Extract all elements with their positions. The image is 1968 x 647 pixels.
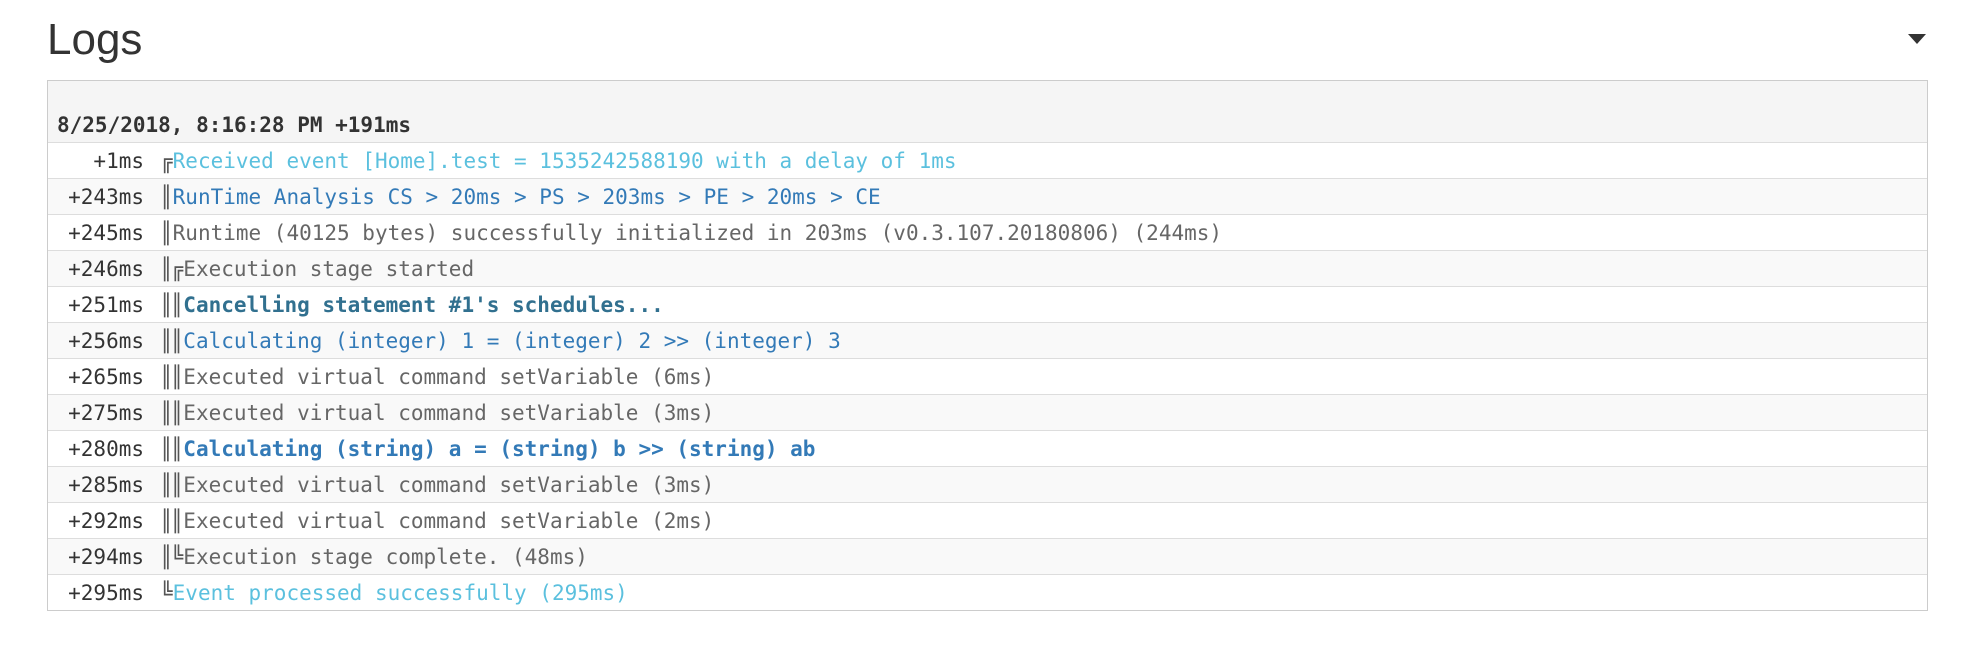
log-row-time: +265ms (68, 364, 144, 389)
log-row-message: Calculating (integer) 1 = (integer) 2 >>… (183, 328, 841, 353)
log-row: +256ms ║║ Calculating (integer) 1 = (integ… (48, 323, 1927, 359)
log-row-time: +1ms (93, 148, 144, 173)
log-row-time: +251ms (68, 292, 144, 317)
log-row-message: Runtime (40125 bytes) successfully initi… (172, 220, 1223, 245)
log-tree-indent: ║ (160, 220, 173, 245)
log-row-message: RunTime Analysis CS > 20ms > PS > 203ms … (172, 184, 881, 209)
log-row: +295ms ╚ Event processed successfully (295… (48, 575, 1927, 610)
log-row: +246ms ║╔ Execution stage started (48, 251, 1927, 287)
log-row-time: +275ms (68, 400, 144, 425)
log-row: +251ms ║║ Cancelling statement #1's schedu… (48, 287, 1927, 323)
log-timestamp: 8/25/2018, 8:16:28 PM +191ms (57, 113, 412, 137)
log-row-message: Executed virtual command setVariable (6m… (183, 364, 715, 389)
log-row-message: Execution stage started (183, 256, 475, 281)
log-row-message: Cancelling statement #1's schedules... (183, 292, 664, 317)
log-row-time: +245ms (68, 220, 144, 245)
log-tree-indent: ║║ (160, 292, 183, 317)
log-tree-indent: ║╔ (160, 256, 183, 281)
log-row-time: +295ms (68, 580, 144, 605)
logs-header: Logs (47, 0, 1928, 80)
log-row-message: Event processed successfully (295ms) (172, 580, 628, 605)
log-row-message: Calculating (string) a = (string) b >> (… (183, 436, 816, 461)
log-row: +275ms ║║ Executed virtual command setVari… (48, 395, 1927, 431)
log-list: 8/25/2018, 8:16:28 PM +191ms +1ms ╔ Receiv… (47, 80, 1928, 611)
log-row-time: +292ms (68, 508, 144, 533)
log-row-time: +256ms (68, 328, 144, 353)
log-tree-indent: ║ (160, 184, 173, 209)
log-row: +292ms ║║ Executed virtual command setVari… (48, 503, 1927, 539)
caret-down-icon[interactable] (1908, 34, 1926, 44)
log-row-message: Execution stage complete. (48ms) (183, 544, 588, 569)
log-row: +245ms ║ Runtime (40125 bytes) successfull… (48, 215, 1927, 251)
log-tree-indent: ║║ (160, 508, 183, 533)
log-row: +1ms ╔ Received event [Home].test = 153524… (48, 143, 1927, 179)
log-tree-indent: ╔ (160, 148, 173, 173)
log-row-time: +280ms (68, 436, 144, 461)
log-row-time: +246ms (68, 256, 144, 281)
log-row: +243ms ║ RunTime Analysis CS > 20ms > PS >… (48, 179, 1927, 215)
log-row: +285ms ║║ Executed virtual command setVari… (48, 467, 1927, 503)
log-tree-indent: ╚ (160, 580, 173, 605)
page-title: Logs (47, 15, 143, 64)
log-tree-indent: ║╚ (160, 544, 183, 569)
log-tree-indent: ║║ (160, 436, 183, 461)
log-tree-indent: ║║ (160, 328, 183, 353)
logs-panel: Logs 8/25/2018, 8:16:28 PM +191ms +1ms ╔ R… (47, 0, 1928, 611)
log-row: +280ms ║║ Calculating (string) a = (string… (48, 431, 1927, 467)
log-row-message: Received event [Home].test = 15352425881… (172, 148, 957, 173)
log-row-message: Executed virtual command setVariable (2m… (183, 508, 715, 533)
log-timestamp-row: 8/25/2018, 8:16:28 PM +191ms (48, 81, 1927, 143)
log-row-message: Executed virtual command setVariable (3m… (183, 400, 715, 425)
log-row: +294ms ║╚ Execution stage complete. (48ms) (48, 539, 1927, 575)
log-tree-indent: ║║ (160, 364, 183, 389)
log-tree-indent: ║║ (160, 472, 183, 497)
log-row-time: +285ms (68, 472, 144, 497)
log-row-message: Executed virtual command setVariable (3m… (183, 472, 715, 497)
log-tree-indent: ║║ (160, 400, 183, 425)
log-row-time: +243ms (68, 184, 144, 209)
log-row: +265ms ║║ Executed virtual command setVari… (48, 359, 1927, 395)
log-row-time: +294ms (68, 544, 144, 569)
